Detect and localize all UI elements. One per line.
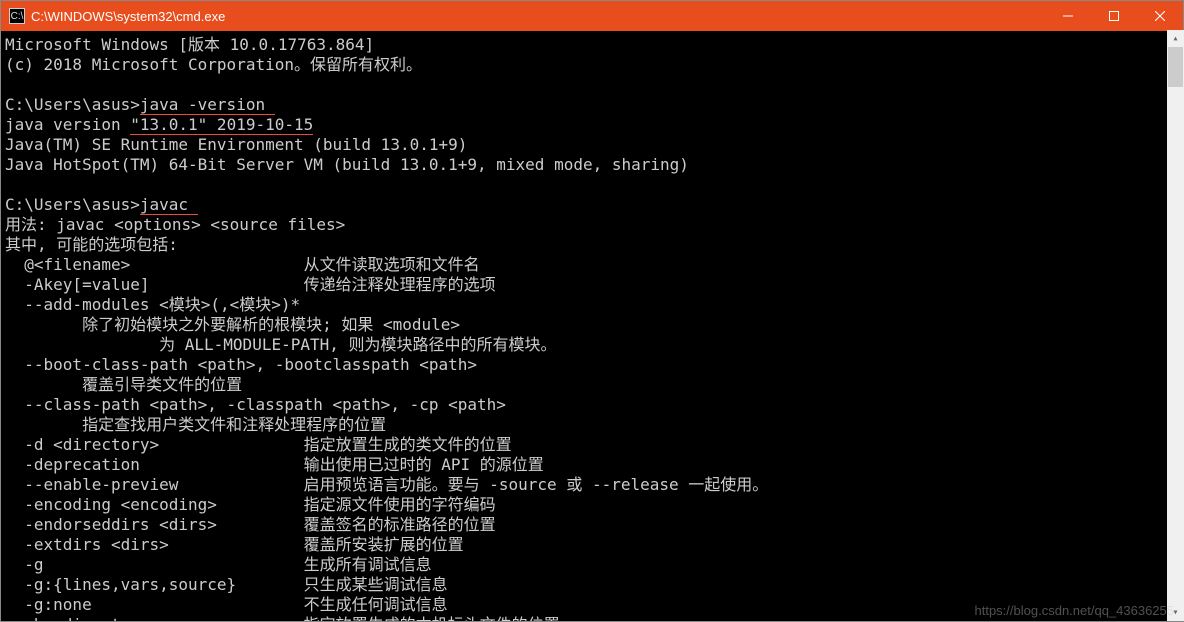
text-line: -g:{lines,vars,source} 只生成某些调试信息 (5, 575, 448, 594)
close-button[interactable] (1137, 1, 1183, 31)
window-title: C:\WINDOWS\system32\cmd.exe (31, 9, 1045, 24)
text-line: "13.0.1" 2019-10-15 (130, 115, 313, 135)
text-line: -g 生成所有调试信息 (5, 555, 432, 574)
maximize-button[interactable] (1091, 1, 1137, 31)
text-line: -Akey[=value] 传递给注释处理程序的选项 (5, 275, 496, 294)
text-line: -deprecation 输出使用已过时的 API 的源位置 (5, 455, 544, 474)
minimize-icon (1063, 11, 1073, 21)
scroll-thumb[interactable] (1168, 47, 1183, 87)
text-line: (c) 2018 Microsoft Corporation。保留所有权利。 (5, 55, 422, 74)
text-line: Java(TM) SE Runtime Environment (build 1… (5, 135, 467, 154)
text-line: java version (5, 115, 130, 134)
text-line: 指定查找用户类文件和注释处理程序的位置 (5, 415, 386, 434)
watermark: https://blog.csdn.net/qq_43636255 (975, 603, 1175, 618)
maximize-icon (1109, 11, 1119, 21)
text-line: -encoding <encoding> 指定源文件使用的字符编码 (5, 495, 496, 514)
text-line: --boot-class-path <path>, -bootclasspath… (5, 355, 477, 374)
text-line: 除了初始模块之外要解析的根模块; 如果 <module> (5, 315, 460, 334)
prompt: C:\Users\asus> (5, 95, 140, 114)
text-line: --class-path <path>, -classpath <path>, … (5, 395, 506, 414)
cmd-window: C:\ C:\WINDOWS\system32\cmd.exe Microsof… (0, 0, 1184, 622)
text-line: 覆盖引导类文件的位置 (5, 375, 242, 394)
text-line: --enable-preview 启用预览语言功能。要与 -source 或 -… (5, 475, 768, 494)
command: java -version (140, 95, 275, 115)
text-line: --add-modules <模块>(,<模块>)* (5, 295, 300, 314)
text-line: @<filename> 从文件读取选项和文件名 (5, 255, 480, 274)
text-line: 为 ALL-MODULE-PATH, 则为模块路径中的所有模块。 (5, 335, 557, 354)
text-line: 用法: javac <options> <source files> (5, 215, 345, 234)
redaction-smudge (440, 100, 580, 120)
command: javac (140, 195, 198, 215)
scroll-up-button[interactable]: ▴ (1167, 30, 1184, 47)
prompt: C:\Users\asus> (5, 195, 140, 214)
window-controls (1045, 1, 1183, 31)
scrollbar[interactable]: ▴ ▾ (1167, 30, 1184, 621)
cmd-icon: C:\ (9, 8, 25, 24)
text-line: -g:none 不生成任何调试信息 (5, 595, 448, 614)
text-line: -endorseddirs <dirs> 覆盖签名的标准路径的位置 (5, 515, 496, 534)
close-icon (1155, 11, 1165, 21)
text-line: -d <directory> 指定放置生成的类文件的位置 (5, 435, 512, 454)
terminal-output[interactable]: Microsoft Windows [版本 10.0.17763.864] (c… (1, 31, 1183, 621)
text-line: 其中, 可能的选项包括: (5, 235, 178, 254)
text-line: -h <directory> 指定放置生成的本机标头文件的位置 (5, 615, 560, 621)
text-line: -extdirs <dirs> 覆盖所安装扩展的位置 (5, 535, 464, 554)
minimize-button[interactable] (1045, 1, 1091, 31)
text-line: Java HotSpot(TM) 64-Bit Server VM (build… (5, 155, 689, 174)
titlebar[interactable]: C:\ C:\WINDOWS\system32\cmd.exe (1, 1, 1183, 31)
text-line: Microsoft Windows [版本 10.0.17763.864] (5, 35, 374, 54)
